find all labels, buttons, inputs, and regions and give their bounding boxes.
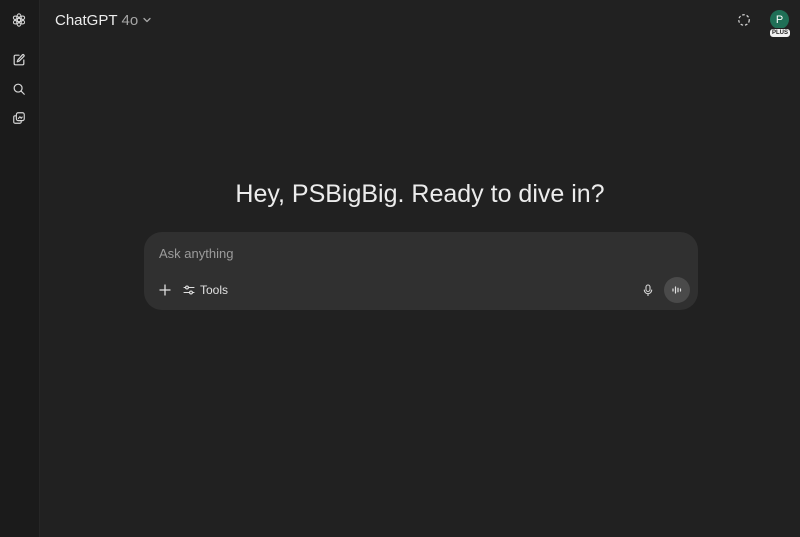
new-chat-icon[interactable]: [8, 49, 30, 71]
plan-badge: PLUS: [769, 28, 792, 38]
model-switcher[interactable]: ChatGPT 4o: [49, 9, 158, 31]
chevron-down-icon: [142, 15, 152, 25]
chatgpt-app: ChatGPT 4o P PLUS Hey, PSBigBig. Ready t…: [0, 0, 800, 537]
tools-button[interactable]: Tools: [180, 280, 231, 300]
avatar[interactable]: P: [770, 10, 789, 29]
openai-logo-icon[interactable]: [8, 9, 30, 31]
composer: Tools: [144, 232, 698, 310]
library-icon[interactable]: [8, 107, 30, 129]
search-icon[interactable]: [8, 78, 30, 100]
prompt-input[interactable]: [159, 243, 679, 263]
temporary-chat-icon[interactable]: [735, 11, 753, 29]
model-version: 4o: [121, 11, 139, 29]
user-menu[interactable]: P PLUS: [768, 10, 792, 40]
add-attachment-button[interactable]: [155, 280, 175, 300]
dictate-button[interactable]: [638, 280, 658, 300]
sidebar-rail: [0, 0, 40, 537]
plus-icon: [159, 284, 171, 296]
tools-sliders-icon: [183, 285, 195, 295]
voice-mode-icon: [672, 286, 682, 294]
page-title: Hey, PSBigBig. Ready to dive in?: [235, 180, 605, 208]
model-name: ChatGPT: [55, 11, 118, 29]
voice-mode-button[interactable]: [664, 277, 690, 303]
microphone-icon: [643, 284, 653, 296]
tools-label: Tools: [200, 283, 229, 297]
